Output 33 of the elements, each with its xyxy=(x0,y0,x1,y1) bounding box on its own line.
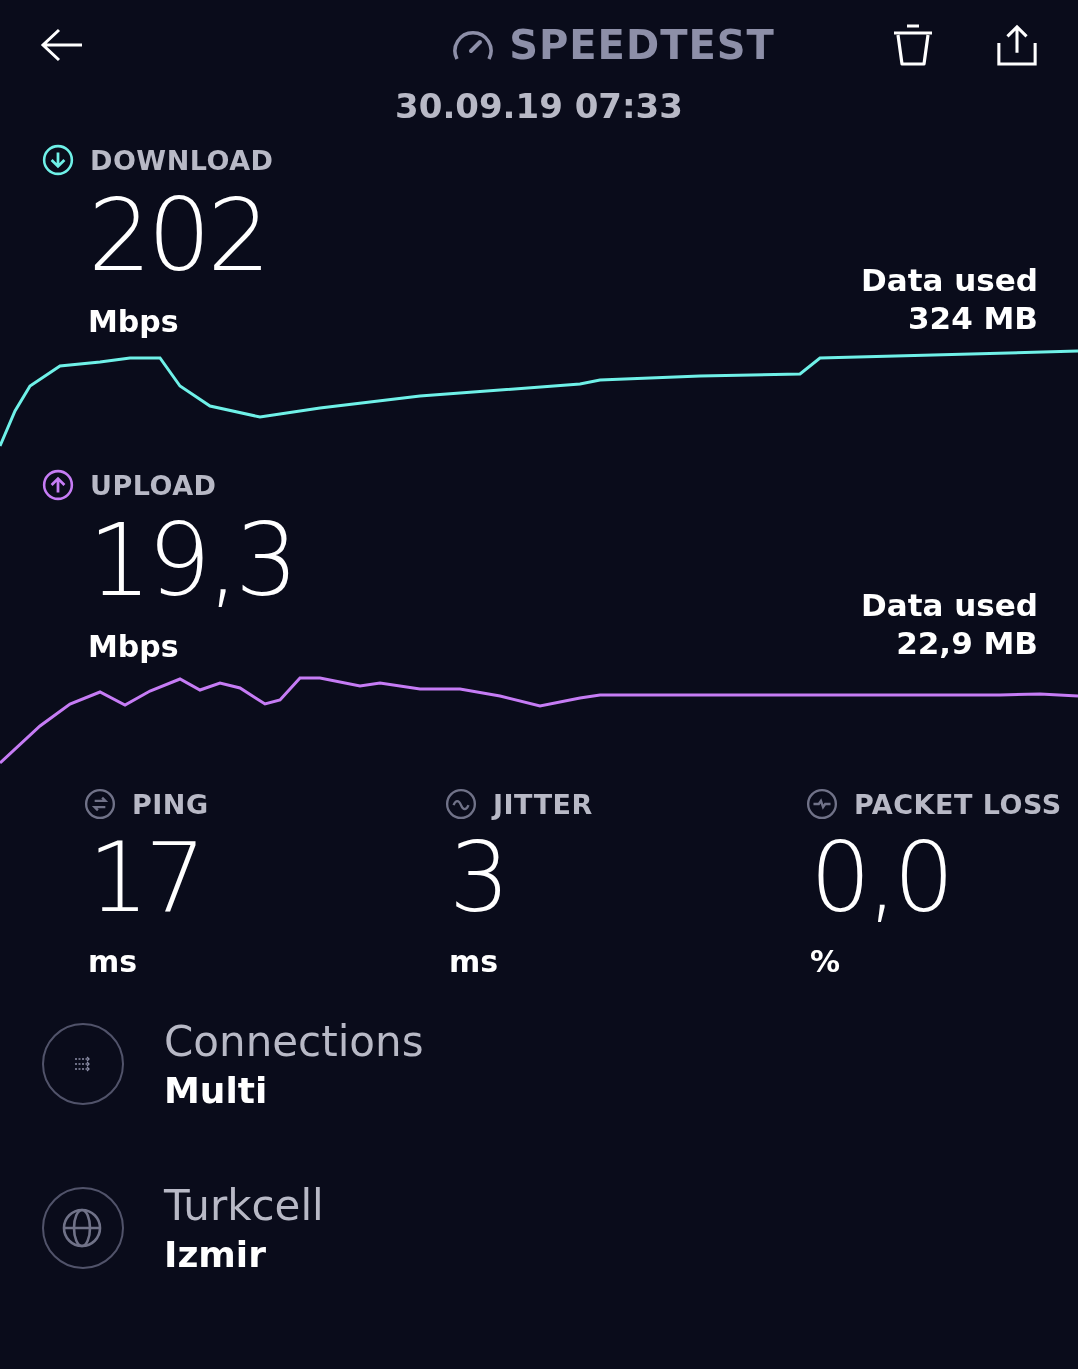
detail-value: Multi xyxy=(164,1070,269,1111)
pulse-icon xyxy=(806,788,838,820)
metric-label: UPLOAD xyxy=(90,469,217,501)
detail-value: Izmir xyxy=(164,1234,267,1275)
metric-label: PING xyxy=(132,788,209,820)
arrows-icon xyxy=(42,1023,124,1105)
globe-icon xyxy=(42,1187,124,1269)
wave-icon xyxy=(445,788,477,820)
speed-unit: Mbps xyxy=(88,304,180,339)
back-icon[interactable] xyxy=(40,28,84,62)
data-used-label: Data used xyxy=(861,261,1038,299)
share-icon[interactable] xyxy=(996,23,1038,67)
data-used-value: 22,9 MB xyxy=(895,624,1038,662)
metric-unit: ms xyxy=(448,944,500,979)
speed-value: 202 xyxy=(88,186,267,286)
metric-value: 3 xyxy=(448,830,508,926)
metric-label: JITTER xyxy=(493,788,593,820)
arrows-icon xyxy=(84,788,116,820)
detail-title: Turkcell xyxy=(164,1181,324,1230)
metric-value: 17 xyxy=(87,830,204,926)
speed-unit: Mbps xyxy=(88,629,180,664)
data-used-label: Data used xyxy=(861,586,1038,624)
metric-label: DOWNLOAD xyxy=(90,144,274,176)
app-title: SPEEDTEST xyxy=(509,22,775,68)
test-date: 30.09.19 07:33 xyxy=(394,86,684,126)
metric-unit: ms xyxy=(87,944,139,979)
trash-icon[interactable] xyxy=(892,23,934,67)
data-used-value: 324 MB xyxy=(907,299,1038,337)
metric-value: 0,0 xyxy=(809,830,952,926)
speed-value: 19,3 xyxy=(88,511,295,611)
metric-unit: % xyxy=(809,944,842,979)
detail-title: Connections xyxy=(164,1017,424,1066)
metric-label: PACKET LOSS xyxy=(854,788,1062,820)
